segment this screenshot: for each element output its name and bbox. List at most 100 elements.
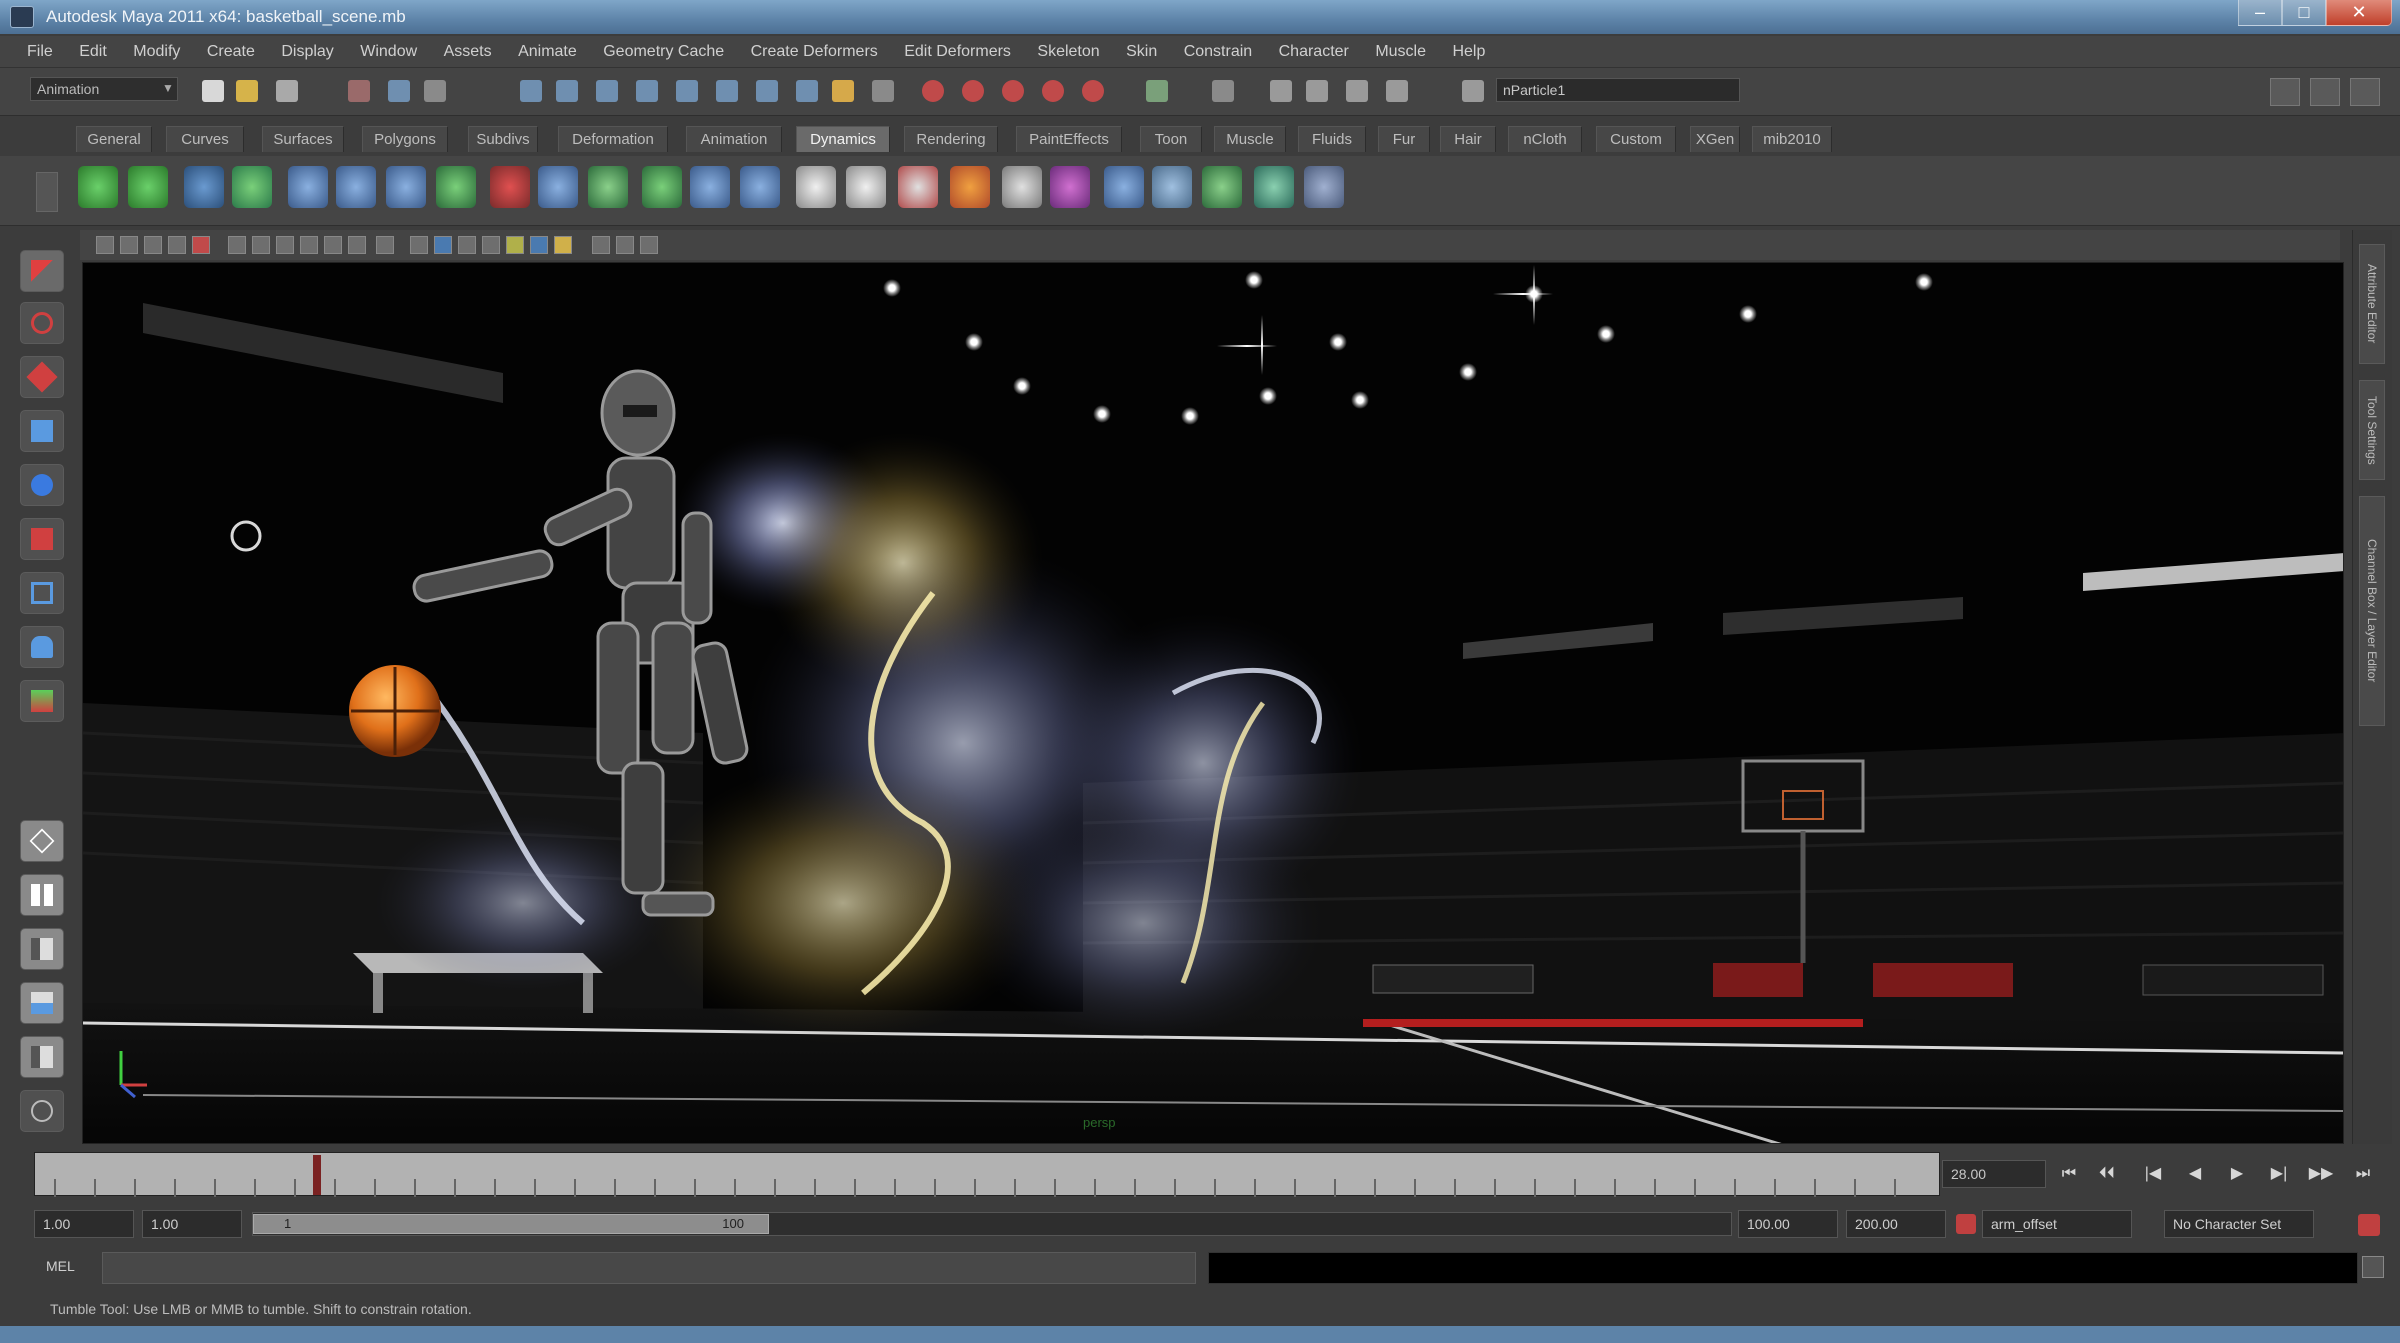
mel-label[interactable]: MEL	[46, 1258, 75, 1274]
object-name-field[interactable]: nParticle1	[1496, 78, 1740, 102]
character-set-dropdown[interactable]: No Character Set	[2164, 1210, 2314, 1238]
construction-history-icon[interactable]	[832, 80, 854, 102]
four-view-layout[interactable]	[20, 874, 64, 916]
menu-muscle[interactable]: Muscle	[1364, 36, 1437, 68]
shelf-tab-deformation[interactable]: Deformation	[558, 126, 668, 152]
menu-window[interactable]: Window	[349, 36, 428, 68]
shelf-tab-fur[interactable]: Fur	[1378, 126, 1430, 152]
select-hierarchy-icon[interactable]	[348, 80, 370, 102]
menu-geometry-cache[interactable]: Geometry Cache	[592, 36, 735, 68]
go-to-start-button[interactable]: ⏮	[2052, 1160, 2086, 1188]
time-slider-playhead[interactable]	[313, 1155, 321, 1195]
tool-settings-tab[interactable]: Tool Settings	[2359, 380, 2385, 480]
select-component-icon[interactable]	[424, 80, 446, 102]
persp-graph-layout[interactable]	[20, 982, 64, 1024]
passive-rigid-icon[interactable]	[846, 166, 886, 208]
attribute-editor-icon[interactable]	[1212, 80, 1234, 102]
script-editor-icon[interactable]	[2362, 1256, 2384, 1278]
xray-icon[interactable]	[324, 236, 342, 254]
menu-constrain[interactable]: Constrain	[1173, 36, 1263, 68]
shelf-tab-toon[interactable]: Toon	[1140, 126, 1202, 152]
newton-field-icon[interactable]	[436, 166, 476, 208]
menu-modify[interactable]: Modify	[122, 36, 191, 68]
lighting-icon[interactable]	[376, 236, 394, 254]
hypershade-layout[interactable]	[20, 1036, 64, 1078]
menu-edit-deformers[interactable]: Edit Deformers	[893, 36, 1022, 68]
anim-layer-icon[interactable]	[1956, 1214, 1976, 1234]
single-pane-layout-icon[interactable]	[2270, 78, 2300, 106]
channel-box-toggle-icon[interactable]	[2350, 78, 2380, 106]
rotate-tool[interactable]	[20, 464, 64, 506]
absolute-transform-icon[interactable]	[1306, 80, 1328, 102]
new-scene-icon[interactable]	[202, 80, 224, 102]
menu-skin[interactable]: Skin	[1115, 36, 1168, 68]
soft-modification-tool[interactable]	[20, 626, 64, 668]
hardware-texture-icon[interactable]	[434, 236, 452, 254]
shelf-tab-fluids[interactable]: Fluids	[1298, 126, 1366, 152]
curve-flow-icon[interactable]	[1152, 166, 1192, 208]
close-button[interactable]: ✕	[2326, 0, 2392, 26]
maya-app-icon[interactable]	[10, 6, 34, 28]
fire-effect-icon[interactable]	[950, 166, 990, 208]
snap-live-icon[interactable]	[676, 80, 698, 102]
shelf-tab-subdivs[interactable]: Subdivs	[468, 126, 538, 152]
texture-icon[interactable]	[348, 236, 366, 254]
auto-key-icon[interactable]	[2358, 1214, 2380, 1236]
render-frame-icon[interactable]	[872, 80, 894, 102]
current-frame-field[interactable]: 28.00	[1942, 1160, 2046, 1188]
save-scene-icon[interactable]	[276, 80, 298, 102]
range-slider-thumb[interactable]: 1 100	[253, 1214, 769, 1234]
menu-file[interactable]: File	[16, 36, 64, 68]
resolution-gate-icon[interactable]	[640, 236, 658, 254]
bowling-pins-icon[interactable]	[796, 166, 836, 208]
xray-joints-icon[interactable]	[482, 236, 500, 254]
lasso-tool[interactable]	[20, 302, 64, 344]
perspective-viewport[interactable]: persp	[82, 262, 2344, 1144]
goal-icon[interactable]	[232, 166, 272, 208]
open-scene-icon[interactable]	[236, 80, 258, 102]
bookmark-icon[interactable]	[144, 236, 162, 254]
scale-tool[interactable]	[20, 518, 64, 560]
shelf-tab-mib2010[interactable]: mib2010	[1752, 126, 1832, 152]
shelf-tab-custom[interactable]: Custom	[1596, 126, 1676, 152]
play-backwards-button[interactable]: ◀	[2178, 1160, 2212, 1188]
image-plane-icon[interactable]	[168, 236, 186, 254]
shelf-tab-painteffects[interactable]: PaintEffects	[1016, 126, 1122, 152]
shelf-tab-rendering[interactable]: Rendering	[904, 126, 998, 152]
wireframe-on-shaded-icon[interactable]	[300, 236, 318, 254]
outliner-layout[interactable]	[20, 1090, 64, 1132]
particle-cache-icon[interactable]	[1254, 166, 1294, 208]
menu-create[interactable]: Create	[196, 36, 266, 68]
use-lights-icon[interactable]	[554, 236, 572, 254]
air-field-icon[interactable]	[288, 166, 328, 208]
uniform-field-icon[interactable]	[588, 166, 628, 208]
all-lights-icon[interactable]	[530, 236, 548, 254]
attribute-editor-tab[interactable]: Attribute Editor	[2359, 244, 2385, 364]
shelf-tab-dynamics[interactable]: Dynamics	[796, 126, 890, 152]
gravity-field-icon[interactable]	[386, 166, 426, 208]
surface-flow-icon[interactable]	[1202, 166, 1242, 208]
maximize-button[interactable]: □	[2282, 0, 2326, 26]
mel-command-input[interactable]	[102, 1252, 1196, 1284]
menu-skeleton[interactable]: Skeleton	[1026, 36, 1110, 68]
step-forward-key-button[interactable]: ▶▶	[2304, 1160, 2338, 1188]
playback-start-field[interactable]: 1.00	[142, 1210, 242, 1238]
memory-cache-icon[interactable]	[1304, 166, 1344, 208]
grid-toggle-icon[interactable]	[228, 236, 246, 254]
smooth-shade-icon[interactable]	[276, 236, 294, 254]
input-line-icon[interactable]	[1270, 80, 1292, 102]
select-camera-icon[interactable]	[592, 236, 610, 254]
constraint-icon[interactable]	[898, 166, 938, 208]
relative-transform-icon[interactable]	[1346, 80, 1368, 102]
shelf-tab-hair[interactable]: Hair	[1440, 126, 1496, 152]
shelf-tab-surfaces[interactable]: Surfaces	[262, 126, 344, 152]
paint-select-tool[interactable]	[20, 356, 64, 398]
history-icon[interactable]	[716, 80, 738, 102]
film-gate-icon[interactable]	[192, 236, 210, 254]
menuset-dropdown[interactable]: Animation	[30, 77, 178, 101]
shelf-tab-muscle[interactable]: Muscle	[1214, 126, 1286, 152]
particle-tool-icon[interactable]	[128, 166, 168, 208]
snap-point-icon[interactable]	[596, 80, 618, 102]
shatter-icon[interactable]	[1002, 166, 1042, 208]
chevron-down-icon[interactable]: ▼	[158, 77, 178, 101]
